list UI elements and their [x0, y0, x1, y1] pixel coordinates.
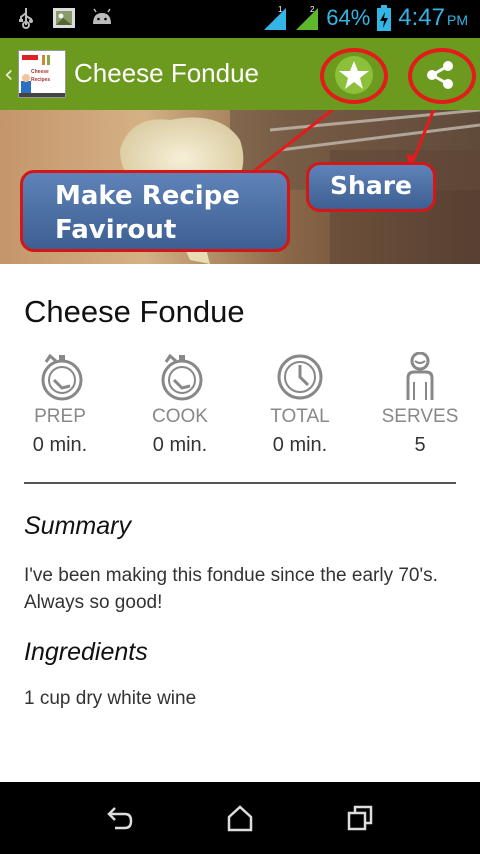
- stat-value: 0 min.: [32, 434, 88, 456]
- navigation-bar: [0, 782, 480, 854]
- stat-label: PREP: [34, 406, 86, 427]
- make-favorite-callout: Make Recipe Favirout: [20, 170, 290, 252]
- ingredients-heading: Ingredients: [24, 638, 148, 666]
- share-callout: Share: [306, 162, 436, 212]
- divider: [24, 482, 456, 484]
- app-logo[interactable]: Cheese Recipes: [18, 50, 66, 98]
- stopwatch-icon: [150, 352, 210, 402]
- action-bar: ‹ Cheese Recipes Cheese Fondue: [0, 38, 480, 110]
- image-notification-icon: [52, 7, 76, 29]
- person-icon: [390, 351, 450, 402]
- action-bar-title: Cheese Fondue: [74, 58, 260, 88]
- android-icon: [90, 7, 114, 29]
- svg-text:2: 2: [310, 5, 315, 14]
- favorite-highlight-circle: [320, 48, 388, 104]
- battery-charging-icon: [376, 4, 392, 32]
- stat-value: 0 min.: [272, 434, 328, 456]
- clock-icon: [270, 352, 330, 402]
- svg-text:Recipes: Recipes: [31, 77, 50, 83]
- clock: 4:47 PM: [398, 4, 468, 32]
- status-bar: 1 2 64% 4:47 PM: [0, 0, 480, 38]
- svg-text:1: 1: [278, 5, 283, 14]
- stat-label: SERVES: [381, 406, 459, 427]
- signal-2-icon: 2: [294, 4, 320, 32]
- ingredient-item: 1 cup dry white wine: [24, 688, 197, 709]
- up-chevron-icon[interactable]: ‹: [4, 60, 14, 88]
- stat-total: TOTAL 0 min.: [240, 352, 360, 457]
- recent-apps-icon: [347, 805, 373, 831]
- back-button[interactable]: [100, 800, 140, 836]
- home-button[interactable]: [220, 800, 260, 836]
- summary-text: I've been making this fondue since the e…: [24, 565, 438, 613]
- recipe-title: Cheese Fondue: [24, 294, 245, 329]
- battery-percent: 64%: [326, 5, 371, 30]
- recent-apps-button[interactable]: [340, 800, 380, 836]
- clock-ampm: PM: [447, 12, 468, 28]
- stat-serves: SERVES 5: [360, 351, 480, 457]
- stat-label: TOTAL: [270, 406, 330, 427]
- signal-1-icon: 1: [262, 4, 288, 32]
- recipe-hero-image: Make Recipe Favirout Share: [0, 110, 480, 264]
- summary-heading: Summary: [24, 512, 131, 540]
- recipe-stats: PREP 0 min. COOK 0 min. TOTAL 0 min. SER…: [24, 351, 458, 462]
- share-highlight-circle: [408, 48, 476, 104]
- stat-value: 0 min.: [152, 434, 208, 456]
- svg-text:Cheese: Cheese: [31, 69, 49, 75]
- home-icon: [227, 805, 253, 832]
- stat-value: 5: [414, 434, 426, 456]
- stopwatch-icon: [30, 352, 90, 402]
- stat-prep: PREP 0 min.: [0, 352, 120, 457]
- usb-icon: [14, 7, 38, 29]
- stat-cook: COOK 0 min.: [120, 352, 240, 457]
- clock-time: 4:47: [398, 4, 445, 31]
- stat-label: COOK: [152, 406, 208, 427]
- back-icon: [107, 807, 133, 830]
